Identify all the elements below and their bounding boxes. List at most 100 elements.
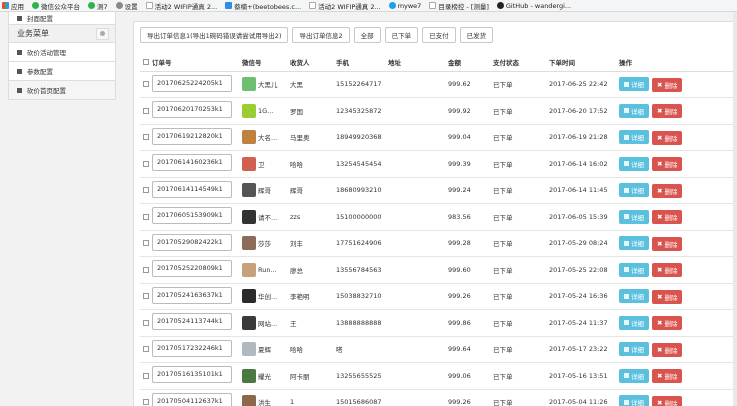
detail-button[interactable]: 详细 <box>619 315 649 330</box>
pay-status-cell: 已下单 <box>493 150 549 178</box>
order-number-field[interactable]: 20170619212820k1 <box>152 127 232 145</box>
table-row: 20170529082422k1 莎莎 刘丰 17751624906 999.28 已下单… <box>140 230 734 257</box>
export-orders-1-button[interactable]: 导出订单信息1(导出1碗码错误请尝试用导出2) <box>140 27 289 43</box>
bookmark-item[interactable]: 蔡楠+(beetobees.c... <box>225 1 301 11</box>
detail-button[interactable]: 详细 <box>619 395 649 406</box>
row-checkbox[interactable] <box>143 107 149 114</box>
bookmark-item[interactable]: GitHub - wandergi... <box>496 2 571 10</box>
sidebar-item-bargain-home-config[interactable]: 砍价首页配置 <box>8 81 116 100</box>
address-cell <box>388 124 448 151</box>
wechat-name: 1G... <box>258 106 274 115</box>
detail-button[interactable]: 详细 <box>619 103 649 118</box>
filter-all-button[interactable]: 全部 <box>353 27 381 43</box>
bookmark-item[interactable]: 活动2 WIFIP通真 2... <box>145 1 217 11</box>
order-number-field[interactable]: 20170614160236k1 <box>152 154 232 172</box>
delete-button[interactable]: ✖ 删除 <box>652 77 683 92</box>
delete-button[interactable]: ✖ 删除 <box>652 210 683 224</box>
order-cell: 20170524163637k1 <box>152 283 242 310</box>
row-checkbox[interactable] <box>143 160 149 167</box>
order-number-field[interactable]: 20170524163637k1 <box>152 286 232 304</box>
delete-button[interactable]: ✖ 删除 <box>652 395 683 406</box>
row-select-cell <box>140 71 152 98</box>
receiver-cell: 哈哈 <box>290 150 336 178</box>
delete-button[interactable]: ✖ 删除 <box>652 342 683 357</box>
row-checkbox[interactable] <box>143 399 149 406</box>
delete-button[interactable]: ✖ 删除 <box>652 316 683 330</box>
table-row: 20170625224205k1 大黑儿 大黑 15152264717 999.62 已下… <box>140 71 734 98</box>
row-checkbox[interactable] <box>143 134 149 141</box>
export-orders-2-button[interactable]: 导出订单信息2 <box>292 27 350 43</box>
amount-cell: 999.26 <box>448 283 493 310</box>
bookmark-item[interactable]: mywe7 <box>388 2 421 10</box>
close-icon: ✖ <box>657 133 663 142</box>
gear-icon[interactable] <box>96 27 109 40</box>
row-checkbox[interactable] <box>143 346 149 353</box>
detail-button[interactable]: 详细 <box>619 156 649 171</box>
delete-button[interactable]: ✖ 删除 <box>652 289 683 304</box>
wechat-cell: 请不... <box>242 203 290 231</box>
sidebar-item-bargain-activity[interactable]: 砍价活动管理 <box>8 43 116 62</box>
order-number-field[interactable]: 20170524113744k1 <box>152 313 232 331</box>
detail-button[interactable]: 详细 <box>619 342 649 356</box>
detail-button[interactable]: 详细 <box>619 262 649 277</box>
row-checkbox[interactable] <box>143 372 149 379</box>
order-number-field[interactable]: 20170625224205k1 <box>152 74 232 92</box>
wechat-name: Run... <box>258 265 277 274</box>
row-checkbox[interactable] <box>143 319 149 326</box>
avatar <box>242 289 256 304</box>
detail-button[interactable]: 详细 <box>619 77 649 91</box>
order-number-field[interactable]: 20170620170253k1 <box>152 101 232 119</box>
detail-button[interactable]: 详细 <box>619 183 649 197</box>
order-number-field[interactable]: 20170605153909k1 <box>152 207 232 225</box>
select-all-checkbox[interactable] <box>143 58 149 65</box>
sidebar-item-cover-config[interactable]: 封面配置 <box>8 12 116 25</box>
order-number-field[interactable]: 20170614114549k1 <box>152 180 232 198</box>
detail-button[interactable]: 详细 <box>619 130 649 144</box>
filter-ordered-button[interactable]: 已下单 <box>384 27 419 43</box>
order-number-field[interactable]: 20170504112637k1 <box>152 392 232 406</box>
toolbar: 导出订单信息1(导出1碗码错误请尝试用导出2) 导出订单信息2 全部 已下单 已… <box>140 27 497 43</box>
delete-button[interactable]: ✖ 删除 <box>652 104 683 118</box>
bookmark-item[interactable]: 应用 <box>2 1 24 11</box>
detail-button[interactable]: 详细 <box>619 236 649 250</box>
row-checkbox[interactable] <box>143 81 149 88</box>
delete-button[interactable]: ✖ 删除 <box>652 263 683 277</box>
filter-paid-button[interactable]: 已支付 <box>422 27 456 43</box>
row-checkbox[interactable] <box>143 266 149 273</box>
detail-button[interactable]: 详细 <box>619 209 649 224</box>
bookmark-item[interactable]: 微信公众平台 <box>32 1 80 11</box>
delete-label: 删除 <box>664 240 678 249</box>
bookmark-item[interactable]: 测7 <box>88 1 108 11</box>
order-number-field[interactable]: 20170529082422k1 <box>152 233 232 251</box>
delete-button[interactable]: ✖ 删除 <box>652 369 683 383</box>
filter-shipped-button[interactable]: 已发货 <box>459 27 494 43</box>
table-row: 20170504112637k1 洪生 1 15015686087 999.26 已下单 2… <box>140 389 734 406</box>
wechat-name: 莎莎 <box>258 240 271 249</box>
detail-label: 详细 <box>631 319 644 328</box>
phone-cell: 13556784563 <box>336 256 388 284</box>
bookmark-label: 测7 <box>97 2 108 11</box>
row-checkbox[interactable] <box>143 293 149 300</box>
order-number-field[interactable]: 20170517232246k1 <box>152 339 232 357</box>
order-time-cell: 2017-05-29 08:24 <box>549 230 619 257</box>
scrollbar[interactable] <box>733 12 737 406</box>
row-checkbox[interactable] <box>143 213 149 220</box>
wechat-name: 夏辉 <box>258 346 271 355</box>
order-number-field[interactable]: 20170525220809k1 <box>152 260 232 278</box>
delete-label: 删除 <box>664 293 678 302</box>
delete-button[interactable]: ✖ 删除 <box>652 130 683 145</box>
delete-button[interactable]: ✖ 删除 <box>652 236 683 251</box>
order-number-field[interactable]: 20170516135101k1 <box>152 366 232 384</box>
bookmark-item[interactable]: 设置 <box>115 1 138 11</box>
detail-button[interactable]: 详细 <box>619 289 649 303</box>
delete-button[interactable]: ✖ 删除 <box>652 183 683 198</box>
delete-button[interactable]: ✖ 删除 <box>652 157 683 171</box>
row-checkbox[interactable] <box>143 187 149 194</box>
bookmark-item[interactable]: 活动2 WIFIP通真 2... <box>309 1 381 11</box>
address-cell <box>388 150 448 178</box>
bookmark-item[interactable]: 目录榜控 - [测量] <box>429 1 489 11</box>
sidebar-item-param-config[interactable]: 参数配置 <box>8 62 116 81</box>
row-checkbox[interactable] <box>143 240 149 247</box>
detail-button[interactable]: 详细 <box>619 368 649 383</box>
close-icon: ✖ <box>657 266 663 274</box>
